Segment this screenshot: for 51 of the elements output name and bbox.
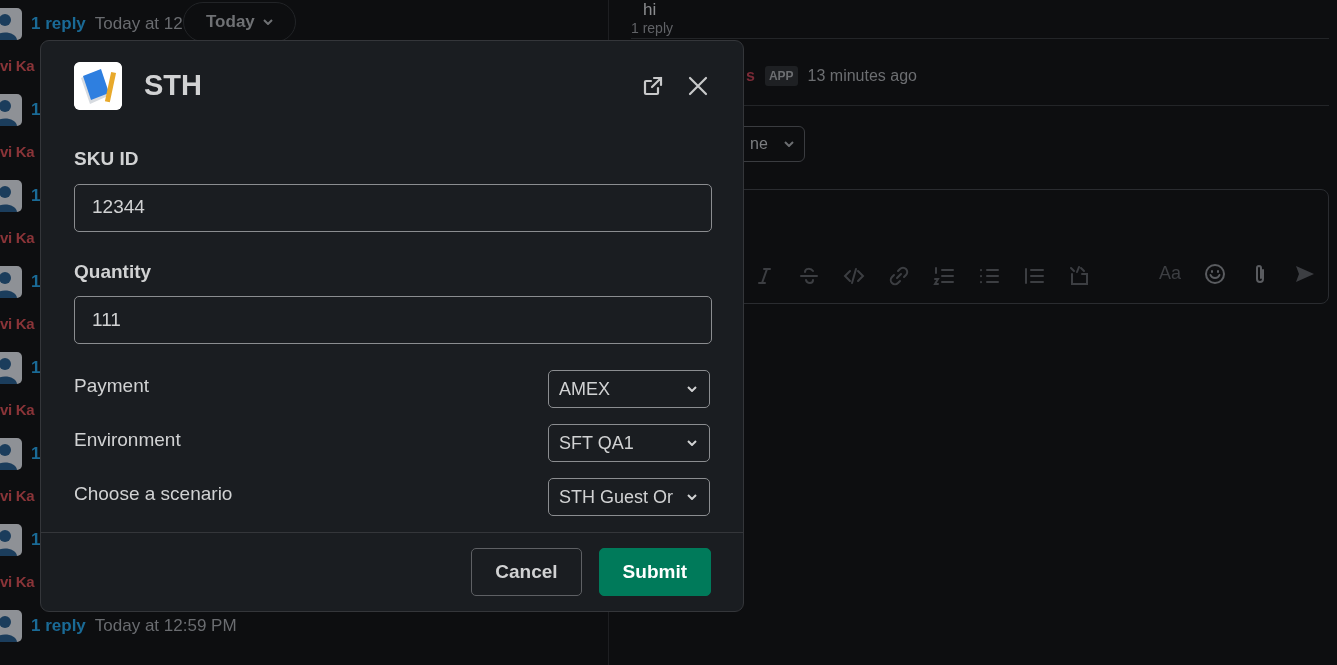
- dialog-title: STH: [144, 68, 203, 104]
- chevron-icon: [687, 386, 697, 392]
- reply-link[interactable]: 1: [31, 354, 41, 381]
- chevron-icon: [262, 19, 273, 25]
- input-field[interactable]: 12344: [74, 183, 712, 232]
- timestamp: 13 minutes ago: [807, 66, 917, 86]
- submit-button[interactable]: Submit: [598, 548, 711, 596]
- timestamp: Today at 12:59 PM: [94, 614, 237, 637]
- reply-link[interactable]: 1 reply: [31, 612, 86, 639]
- input-field[interactable]: 111: [74, 296, 712, 344]
- chevron-icon: [783, 141, 794, 147]
- reply-link[interactable]: 1 reply: [631, 20, 674, 36]
- field-label: Payment: [74, 374, 149, 398]
- reply-link[interactable]: 1 reply: [31, 10, 86, 37]
- sender-name: vi Ka: [0, 56, 35, 77]
- emoji-icon[interactable]: [1204, 262, 1226, 285]
- link-icon[interactable]: [888, 265, 910, 287]
- chevron-icon: [687, 494, 697, 500]
- sender-name: vi Ka: [0, 572, 35, 593]
- field-label: Environment: [74, 428, 181, 452]
- sender-name: vi Ka: [0, 142, 35, 163]
- reply-link[interactable]: 1: [31, 440, 41, 467]
- sender-name: vi Ka: [0, 400, 35, 421]
- code-icon[interactable]: [843, 265, 865, 287]
- reply-link[interactable]: 1: [31, 526, 41, 553]
- field-label: Choose a scenario: [74, 482, 233, 506]
- field-label: Quantity: [74, 259, 153, 284]
- app-logo: [74, 62, 122, 110]
- blockquote-icon[interactable]: [1023, 265, 1045, 287]
- cancel-button[interactable]: Cancel: [471, 548, 582, 596]
- app-badge: APP: [764, 66, 798, 86]
- sender-name: vi Ka: [0, 486, 35, 507]
- numbered-list-icon[interactable]: [933, 265, 955, 287]
- field-label: SKU ID: [74, 147, 140, 171]
- reply-link[interactable]: 1: [31, 268, 41, 295]
- close-icon[interactable]: [686, 74, 710, 98]
- reply-link[interactable]: 1: [31, 96, 41, 123]
- code-block-icon[interactable]: [1068, 265, 1090, 287]
- reply-link[interactable]: 1: [31, 182, 41, 209]
- external-link-icon[interactable]: [641, 74, 665, 98]
- sender-name: s: [746, 66, 755, 86]
- select-dropdown[interactable]: SFT QA1: [548, 424, 710, 462]
- sender-name: vi Ka: [0, 314, 35, 335]
- select-dropdown[interactable]: STH Guest Or: [548, 478, 710, 516]
- chevron-icon: [687, 440, 697, 446]
- sender-name: vi Ka: [0, 228, 35, 249]
- message-text: hi: [643, 0, 658, 20]
- strikethrough-icon[interactable]: [798, 265, 820, 287]
- timestamp: Today at 12: [94, 12, 183, 35]
- select-dropdown[interactable]: AMEX: [548, 370, 710, 408]
- date-pill[interactable]: Today: [183, 2, 296, 42]
